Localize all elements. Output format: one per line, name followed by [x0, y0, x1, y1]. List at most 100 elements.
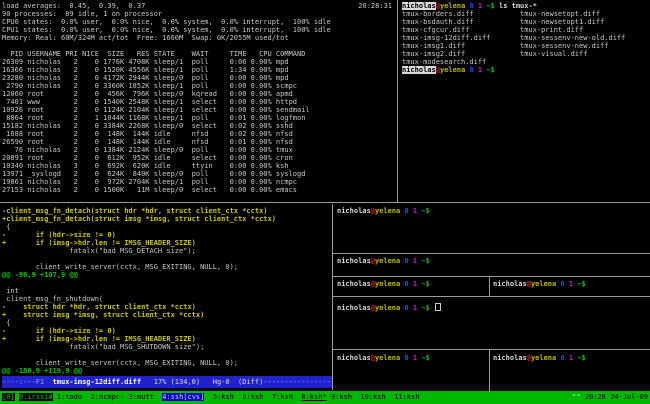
process-row: 19861 nicholas 2 0 972K 2704K sleep/1 po…	[2, 178, 397, 186]
prompt-tilde: ~	[482, 66, 490, 74]
prompt-window: 1	[474, 66, 482, 74]
prompt-window: 1	[409, 207, 417, 215]
pane-shell-1[interactable]: nicholas@yelena 0 1 ~$	[334, 204, 650, 253]
pane-editor[interactable]: -client_msg_fn_detach(struct hdr *hdr, s…	[0, 204, 332, 390]
status-window[interactable]: 11:ksh	[394, 393, 419, 401]
pane-border-h4	[333, 349, 650, 350]
pane-border-vertical-top	[397, 0, 398, 202]
modeline-filename: tmux-imsg-12diff.diff	[53, 378, 142, 386]
pane-border-h3	[333, 296, 650, 297]
prompt-tilde: ~	[417, 207, 425, 215]
prompt-session: 0	[400, 304, 408, 312]
blank-line	[2, 42, 397, 50]
shell-prompt: nicholas@yelena 0 1 ~$	[337, 257, 434, 265]
prompt-dollar: $	[491, 66, 499, 74]
status-bar: [0] 0:irssi# 1:todo 2:ncmpc- 3:mutt 4:ss…	[0, 391, 650, 404]
pane-shell-6[interactable]: nicholas@yelena 0 1 ~$	[490, 350, 650, 390]
status-window[interactable]: 9:ksh	[331, 393, 352, 401]
prompt-dollar: $	[491, 2, 499, 10]
status-window[interactable]: 3:mutt	[128, 393, 153, 401]
status-window[interactable]: 6:ksh	[242, 393, 263, 401]
prompt-session: 0	[400, 280, 408, 288]
editor-line: @@ -96,9 +107,9 @@	[2, 271, 332, 279]
ls-output-line: tmux-imsg1.diff tmux-sessenv-new.diff	[402, 42, 650, 50]
prompt-session: 0	[465, 66, 473, 74]
load-averages: load averages: 0.45, 0.39, 0.37	[2, 2, 145, 10]
status-window[interactable]: [0]	[2, 393, 15, 401]
status-window[interactable]: 8:ksh*	[301, 393, 326, 401]
editor-line: fatalx("bad MSG_SHUTDOWN size");	[2, 343, 332, 351]
modeline-fill: ----------------------------------------…	[263, 378, 332, 386]
status-window[interactable]: 2:ncmpc-	[91, 393, 125, 401]
prompt-tilde: ~	[417, 257, 425, 265]
editor-line: client_write_server(cctx, MSG_EXITING, N…	[2, 263, 332, 271]
text-cursor	[435, 303, 441, 311]
pane-shell-3[interactable]: nicholas@yelena 0 1 ~$	[334, 277, 488, 295]
shell-prompt: nicholas@yelena 0 1 ~$	[337, 304, 441, 312]
prompt-session: 0	[400, 207, 408, 215]
status-window[interactable]: 4:ssh[cvs]	[162, 393, 204, 401]
shell-prompt: nicholas@yelena 0 1 ~$	[337, 207, 434, 215]
ls-output-line: tmux-imsg-12diff.diff tmux-sessenv-new-o…	[402, 34, 650, 42]
editor-line: fatalx("bad MSG_DETACH size");	[2, 247, 332, 255]
modeline-position-info: 17% (134,0) Hg-0 (Diff)	[141, 378, 263, 386]
prompt-tilde: ~	[573, 354, 581, 362]
prompt-dollar: $	[426, 280, 434, 288]
prompt-tilde: ~	[417, 304, 425, 312]
status-clock: 20:28 24-Jul-09	[585, 393, 648, 401]
editor-line: client_msg_fn_shutdown(	[2, 295, 332, 303]
status-window[interactable]: 1:todo	[57, 393, 82, 401]
process-table: 26309 nicholas 2 0 1776K 4708K sleep/1 p…	[2, 58, 397, 194]
pane-border-vertical-bottom	[332, 204, 333, 390]
prompt-dollar: $	[426, 207, 434, 215]
status-window-list: [0] 0:irssi# 1:todo 2:ncmpc- 3:mutt 4:ss…	[2, 391, 419, 404]
prompt-tilde: ~	[573, 280, 581, 288]
editor-line: -client_msg_fn_detach(struct hdr *hdr, s…	[2, 207, 332, 215]
pane-shell-2[interactable]: nicholas@yelena 0 1 ~$	[334, 254, 650, 275]
shell-prompt: nicholas@yelena 0 1 ~$	[493, 354, 590, 362]
process-row: 7401 www 2 0 1540K 2548K sleep/1 select …	[2, 98, 397, 106]
process-row: 10926 root 2 0 1124K 2104K sleep/1 selec…	[2, 106, 397, 114]
process-row: 16366 nicholas 2 0 1520K 4556K sleep/1 p…	[2, 66, 397, 74]
prompt-tilde: ~	[417, 280, 425, 288]
pane-shell-active[interactable]: nicholas@yelena 0 1 ~$	[334, 297, 650, 348]
prompt-session: 0	[465, 2, 473, 10]
pane-shell-ls[interactable]: nicholas@yelena 0 1 ~$ ls tmux-* tmux-bo…	[399, 0, 650, 202]
status-window[interactable]: 7:ksh	[272, 393, 293, 401]
prompt-host: yelena	[440, 2, 465, 10]
pane-border-h2	[333, 276, 650, 277]
editor-line	[2, 279, 332, 287]
process-row: 2790 nicholas 2 0 3360K 1852K sleep/1 po…	[2, 82, 397, 90]
modeline-dashes: ----:---F1	[2, 378, 53, 386]
status-window[interactable]: 5:ksh	[213, 393, 234, 401]
pane-title-indicator: ""	[572, 393, 580, 401]
editor-line: + if (imsg->hdr.len != IMSG_HEADER_SIZE)	[2, 239, 332, 247]
status-window[interactable]: 10:ksh	[360, 393, 385, 401]
ls-output-line: tmux-modesearch.diff	[402, 58, 650, 66]
pane-shell-4[interactable]: nicholas@yelena 0 1 ~$	[490, 277, 650, 295]
shell-prompt: nicholas@yelena 0 1 ~$	[493, 280, 590, 288]
process-row: 10340 nicholas 3 0 692K 620K idle ttyin …	[2, 162, 397, 170]
shell-prompt: nicholas@yelena 0 1 ~$	[337, 354, 434, 362]
shell-prompt: nicholas@yelena 0 1 ~$ ls tmux-*	[402, 2, 537, 10]
prompt-host: yelena	[375, 257, 400, 265]
prompt-dollar: $	[426, 257, 434, 265]
editor-line: - if (hdr->size != 0)	[2, 231, 332, 239]
editor-line: {	[2, 319, 332, 327]
pane-border-horizontal-main	[0, 202, 650, 203]
pane-top-command[interactable]: load averages: 0.45, 0.39, 0.37 20:28:31…	[0, 0, 397, 202]
pane-shell-5[interactable]: nicholas@yelena 0 1 ~$	[334, 350, 488, 390]
editor-line: client_write_server(cctx, MSG_EXITING, N…	[2, 359, 332, 367]
prompt-window: 1	[565, 280, 573, 288]
command-text: ls tmux-*	[499, 2, 537, 10]
prompt-user: nicholas	[493, 280, 527, 288]
prompt-user: nicholas	[337, 207, 371, 215]
prompt-dollar: $	[582, 354, 590, 362]
top-summary-line: CPU0 states: 0.0% user, 0.0% nice, 0.0% …	[2, 18, 397, 26]
prompt-user: nicholas	[402, 2, 436, 10]
prompt-user: nicholas	[337, 354, 371, 362]
top-clock: 20:28:31	[358, 2, 392, 10]
top-summary-line: CPU1 states: 0.0% user, 0.0% nice, 0.0% …	[2, 26, 397, 34]
status-window[interactable]: 0:irssi#	[19, 393, 53, 401]
process-row: 23280 nicholas 2 0 4172K 2944K sleep/0 p…	[2, 74, 397, 82]
